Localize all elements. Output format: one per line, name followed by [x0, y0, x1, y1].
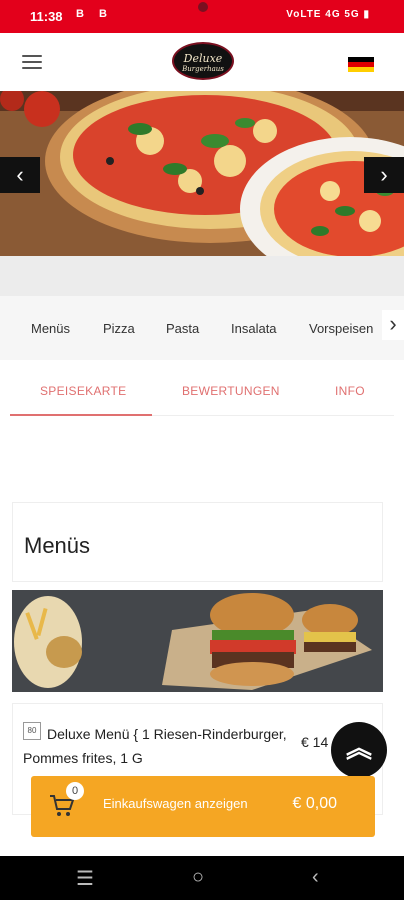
category-next-button[interactable]: › [382, 310, 404, 340]
recent-apps-icon[interactable]: ☰ [76, 866, 94, 891]
status-left-icons: B B [76, 8, 113, 20]
status-right-icons: VoLTE 4G 5G ▮ [286, 9, 370, 20]
cart-total: € 0,00 [292, 795, 337, 812]
scroll-top-button[interactable]: ︽ [331, 722, 387, 778]
tab-speisekarte[interactable]: SPEISEKARTE [40, 384, 126, 398]
logo-ornament [198, 2, 208, 12]
hero-next-button[interactable]: › [364, 157, 404, 193]
category-item-vorspeisen[interactable]: Vorspeisen [309, 321, 373, 336]
item-name: Deluxe Menü { 1 Riesen-Rinderburger, Pom… [23, 726, 287, 766]
section-header-card: Menüs [12, 502, 383, 582]
tab-info[interactable]: INFO [335, 384, 365, 398]
burger-illustration [12, 590, 383, 692]
logo[interactable]: Deluxe Burgerhaus [172, 42, 234, 80]
logo-line2: Burgerhaus [182, 65, 224, 73]
back-icon[interactable]: ‹ [312, 866, 319, 889]
category-item-menus[interactable]: Menüs [31, 321, 70, 336]
status-time: 11:38 [30, 9, 63, 24]
system-nav-bar: ☰ ○ ‹ [0, 856, 404, 900]
home-icon[interactable]: ○ [192, 866, 204, 889]
hero-prev-button[interactable]: ‹ [0, 157, 40, 193]
category-item-insalata[interactable]: Insalata [231, 321, 277, 336]
category-item-pizza[interactable]: Pizza [103, 321, 135, 336]
section-title: Menüs [24, 533, 91, 558]
item-price: € 14 [301, 734, 329, 750]
category-strip: Menüs Pizza Pasta Insalata Vorspeisen › [0, 296, 404, 360]
tab-bar: SPEISEKARTE BEWERTUNGEN INFO [10, 380, 394, 416]
category-item-pasta[interactable]: Pasta [166, 321, 199, 336]
chevron-right-icon: › [380, 162, 388, 187]
double-chevron-up-icon: ︽ [345, 733, 372, 763]
hero-bottom-band [0, 256, 404, 296]
cart-count-badge: 0 [66, 782, 84, 800]
active-tab-indicator [10, 414, 152, 416]
german-flag-icon[interactable] [348, 57, 374, 72]
pizza-illustration [0, 91, 404, 256]
hamburger-icon[interactable] [22, 55, 42, 69]
cart-label: Einkaufswagen anzeigen [103, 796, 248, 811]
chevron-left-icon: ‹ [16, 162, 24, 187]
cart-bar[interactable]: 0 Einkaufswagen anzeigen € 0,00 [31, 776, 375, 837]
app-header: Deluxe Burgerhaus [0, 33, 404, 91]
logo-line1: Deluxe [183, 52, 223, 65]
hero-pizza-image [0, 91, 404, 256]
chevron-right-icon: › [389, 311, 397, 336]
tab-bewertungen[interactable]: BEWERTUNGEN [182, 384, 280, 398]
menu-banner-image [12, 590, 383, 692]
